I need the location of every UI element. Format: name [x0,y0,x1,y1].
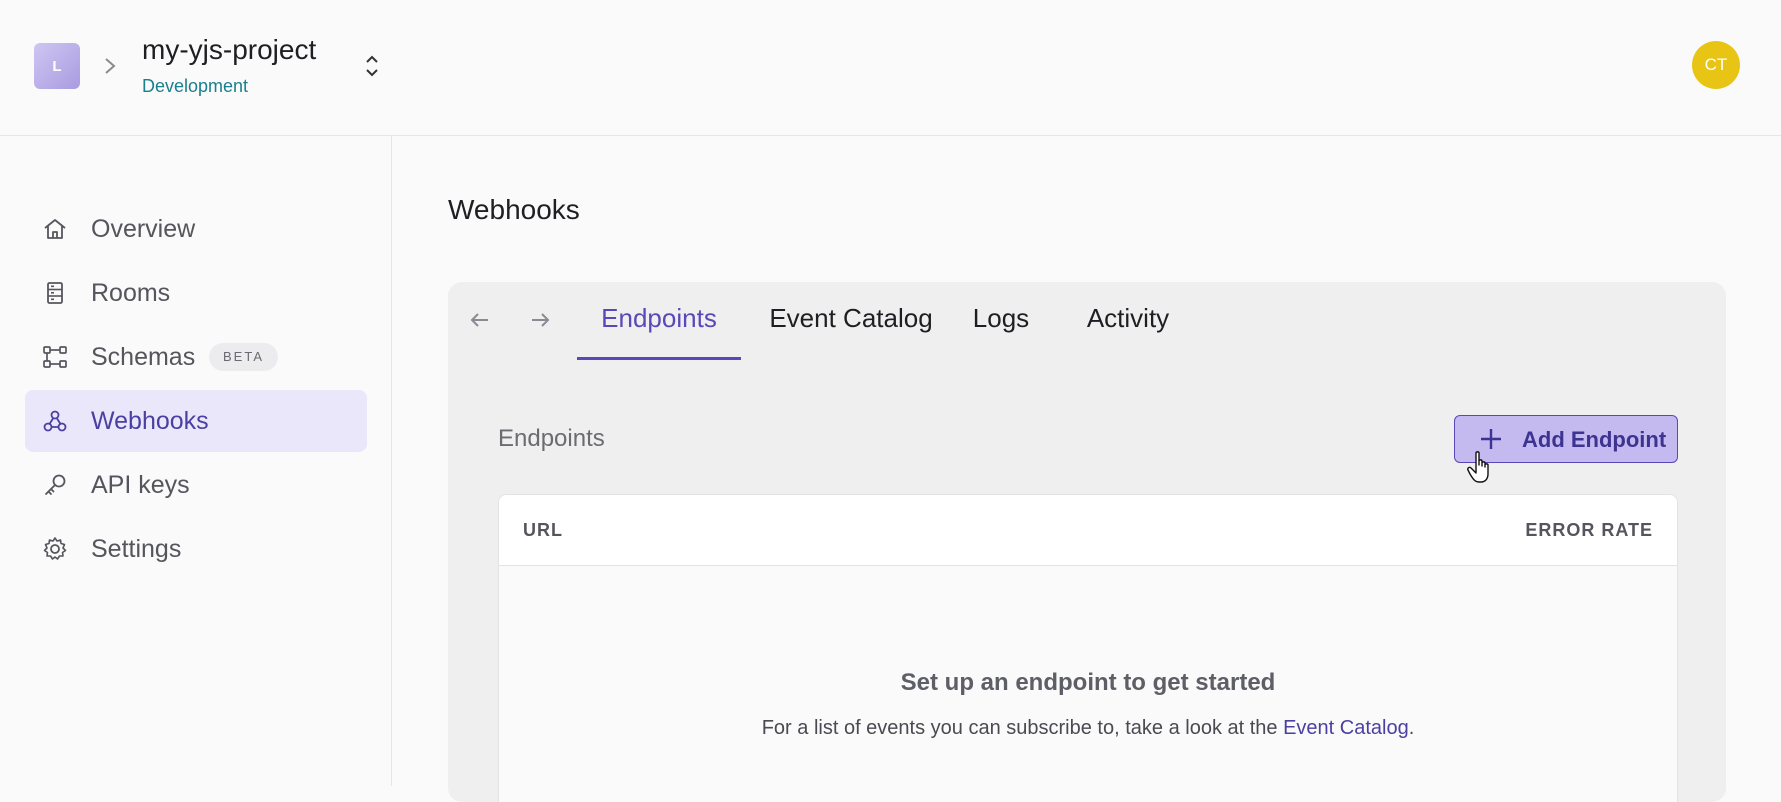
sidebar-item-rooms[interactable]: Rooms [25,262,367,324]
sidebar-item-label: Overview [91,214,196,243]
event-catalog-link[interactable]: Event Catalog [1283,717,1409,739]
schemas-icon [43,346,67,368]
tab-activity[interactable]: Activity [1063,282,1193,360]
sidebar-item-schemas[interactable]: Schemas BETA [25,326,367,388]
sidebar-item-webhooks[interactable]: Webhooks [25,390,367,452]
beta-badge: BETA [209,343,278,371]
project-name[interactable]: my-yjs-project [142,34,316,66]
column-header-url: URL [523,520,563,540]
empty-state-text-after: . [1408,717,1415,739]
rooms-icon [47,282,63,304]
tab-event-catalog[interactable]: Event Catalog [761,282,941,360]
webhooks-panel: Endpoints Event Catalog Logs Activity En… [448,282,1726,802]
webhooks-icon [43,410,67,432]
chevron-right-icon [105,58,116,74]
tab-label: Event Catalog [769,303,933,333]
sidebar-item-label: Webhooks [91,406,209,435]
gear-icon [43,537,67,560]
tab-endpoints[interactable]: Endpoints [577,282,741,360]
endpoints-table: URL ERROR RATE Set up an endpoint to get… [498,494,1678,802]
environment-name[interactable]: Development [142,76,248,97]
sidebar-item-label: Schemas [91,342,196,371]
tab-label: Logs [972,303,1030,333]
arrow-right-icon[interactable] [528,308,552,332]
sidebar-item-label: API keys [91,470,190,499]
sidebar-item-label: Settings [91,534,182,563]
empty-state-text-before: For a list of events you can subscribe t… [761,717,1284,739]
add-endpoint-label: Add Endpoint [1522,427,1667,452]
arrow-left-icon[interactable] [468,308,492,332]
tab-label: Activity [1086,303,1170,333]
key-icon [45,474,66,495]
tab-bar: Endpoints Event Catalog Logs Activity [448,282,1726,360]
table-header: URL ERROR RATE [499,495,1677,566]
add-endpoint-button[interactable]: Add Endpoint [1454,415,1678,463]
user-avatar[interactable]: CT [1692,41,1740,89]
organization-logo[interactable]: L [34,43,80,89]
empty-state-title: Set up an endpoint to get started [900,669,1276,696]
sidebar-item-api-keys[interactable]: API keys [25,454,367,516]
page-title: Webhooks [448,194,580,225]
chevron-up-down-icon[interactable] [362,52,382,80]
empty-state-text: For a list of events you can subscribe t… [499,717,1677,740]
sidebar: Overview Rooms Schemas BETA Webhooks API… [0,136,392,786]
sidebar-item-overview[interactable]: Overview [25,198,367,260]
top-header: L my-yjs-project Development CT [0,0,1781,136]
plus-icon [1481,429,1501,449]
column-header-error-rate: ERROR RATE [1525,520,1653,540]
section-title: Endpoints [498,425,605,452]
home-icon [44,219,66,239]
tab-label: Endpoints [601,303,717,333]
sidebar-item-settings[interactable]: Settings [25,518,367,580]
tab-logs[interactable]: Logs [959,282,1043,360]
sidebar-item-label: Rooms [91,278,171,307]
